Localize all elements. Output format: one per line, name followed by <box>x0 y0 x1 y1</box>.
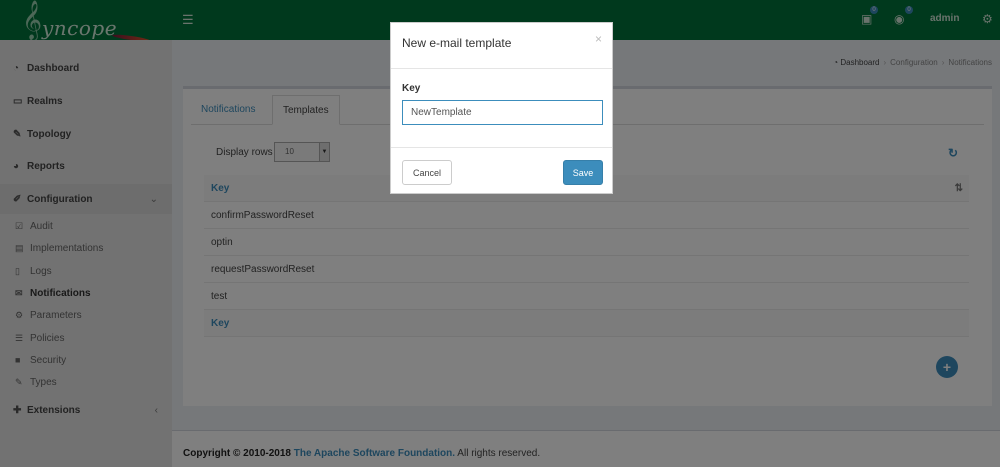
modal-header: New e-mail template × <box>391 23 612 69</box>
key-input[interactable] <box>402 100 603 125</box>
modal-title: New e-mail template <box>402 36 512 50</box>
close-icon[interactable]: × <box>595 32 602 46</box>
modal-body: Key <box>391 70 612 147</box>
cancel-button[interactable]: Cancel <box>402 160 452 185</box>
key-label: Key <box>402 83 421 94</box>
new-template-modal: New e-mail template × Key Cancel Save <box>390 22 613 194</box>
save-button[interactable]: Save <box>563 160 603 185</box>
modal-footer: Cancel Save <box>391 147 612 193</box>
